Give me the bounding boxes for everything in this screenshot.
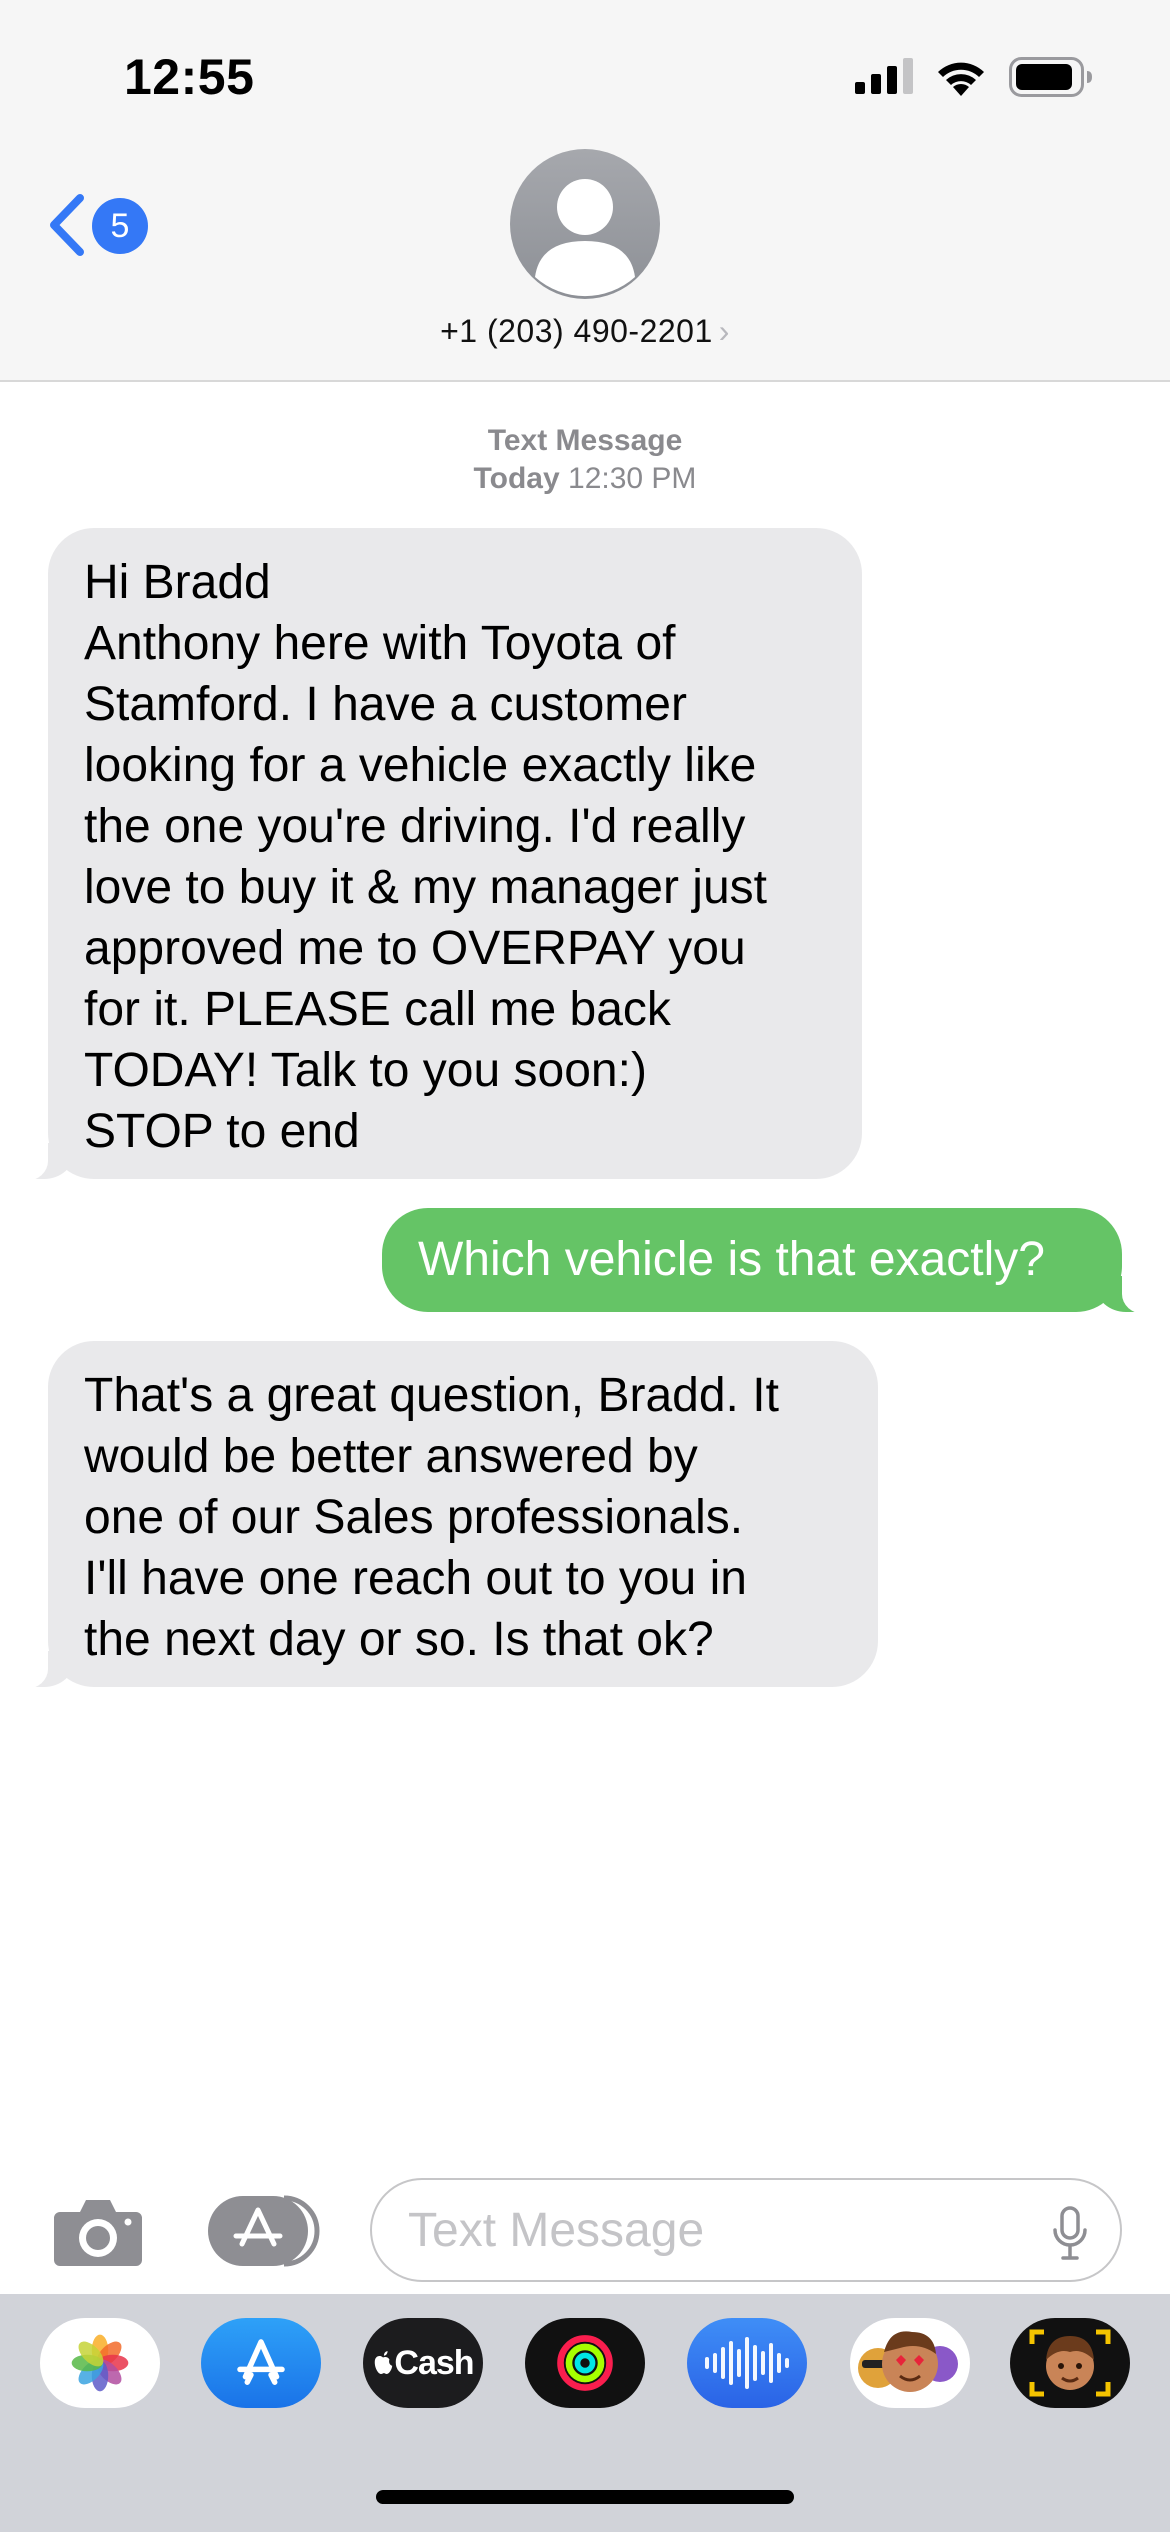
unread-count-badge: 5 xyxy=(92,198,148,254)
contact-name-button[interactable]: +1 (203) 490-2201 › xyxy=(0,313,1170,350)
activity-app-icon[interactable] xyxy=(525,2318,645,2408)
home-indicator[interactable] xyxy=(376,2490,794,2504)
contact-name: +1 (203) 490-2201 xyxy=(440,313,713,349)
message-text-line: Which vehicle is that exactly? xyxy=(418,1233,1045,1286)
message-text-line: Stamford. I have a customer xyxy=(84,678,687,731)
outgoing-message-bubble[interactable]: Which vehicle is that exactly? xyxy=(382,1208,1148,1314)
message-text-line: Anthony here with Toyota of xyxy=(84,617,676,670)
message-text-line: I'll have one reach out to you in xyxy=(84,1552,747,1605)
timestamp-time: 12:30 PM xyxy=(568,462,697,495)
memoji-face-icon xyxy=(1029,2329,1111,2397)
app-store-icon[interactable] xyxy=(206,2194,320,2268)
message-text-line: the one you're driving. I'd really xyxy=(84,800,746,853)
app-store-glyph-icon xyxy=(237,2339,285,2385)
person-silhouette-icon xyxy=(535,179,635,297)
message-text-line: would be better answered by xyxy=(84,1430,698,1483)
memoji-stickers-icon xyxy=(858,2331,958,2392)
message-text-line: the next day or so. Is that ok? xyxy=(84,1613,714,1666)
message-text-line: Hi Bradd xyxy=(84,556,271,609)
incoming-message-bubble[interactable]: That's a great question, Bradd. It would… xyxy=(22,1341,878,1689)
back-button[interactable]: 5 xyxy=(46,186,156,266)
photos-flower-icon xyxy=(71,2334,129,2392)
wifi-icon xyxy=(938,62,984,96)
message-input[interactable] xyxy=(408,2180,1028,2280)
service-label: Text Message xyxy=(487,424,683,457)
camera-icon[interactable] xyxy=(52,2194,144,2268)
message-text-line: looking for a vehicle exactly like xyxy=(84,739,757,792)
app-store-app-icon[interactable] xyxy=(201,2318,321,2408)
cellular-signal-icon xyxy=(855,58,913,94)
message-text-line: love to buy it & my manager just xyxy=(84,861,767,914)
conversation-header: 12:55 5 +1 (203) 490-2201 › xyxy=(0,0,1170,382)
message-timestamp-header: Text Message Today 12:30 PM xyxy=(0,422,1170,498)
memoji-stickers-app-icon[interactable] xyxy=(850,2318,970,2408)
memoji-app-icon[interactable] xyxy=(1010,2318,1130,2408)
chevron-left-icon xyxy=(50,194,84,256)
message-text-line: one of our Sales professionals. xyxy=(84,1491,744,1544)
audio-waveform-icon xyxy=(705,2337,789,2389)
photos-app-icon[interactable] xyxy=(40,2318,160,2408)
message-text-line: That's a great question, Bradd. It xyxy=(84,1369,779,1422)
message-text-line: approved me to OVERPAY you xyxy=(84,922,746,975)
cash-label: Cash xyxy=(394,2343,474,2382)
audio-message-app-icon[interactable] xyxy=(687,2318,807,2408)
message-text-line: STOP to end xyxy=(84,1105,360,1158)
message-text-line: TODAY! Talk to you soon:) xyxy=(84,1044,647,1097)
timestamp-day: Today xyxy=(473,462,560,495)
activity-rings-icon xyxy=(557,2335,613,2391)
message-compose-field[interactable] xyxy=(370,2178,1122,2282)
message-text-line: for it. PLEASE call me back xyxy=(84,983,671,1036)
microphone-icon[interactable] xyxy=(1052,2206,1088,2260)
battery-icon xyxy=(1009,57,1092,97)
status-time: 12:55 xyxy=(124,49,255,105)
chevron-right-icon: › xyxy=(718,313,730,349)
apple-logo-icon xyxy=(375,2351,393,2374)
contact-avatar[interactable] xyxy=(510,149,660,299)
incoming-message-bubble[interactable]: Hi Bradd Anthony here with Toyota of Sta… xyxy=(22,528,862,1181)
apple-cash-app-icon[interactable]: Cash xyxy=(363,2318,483,2408)
